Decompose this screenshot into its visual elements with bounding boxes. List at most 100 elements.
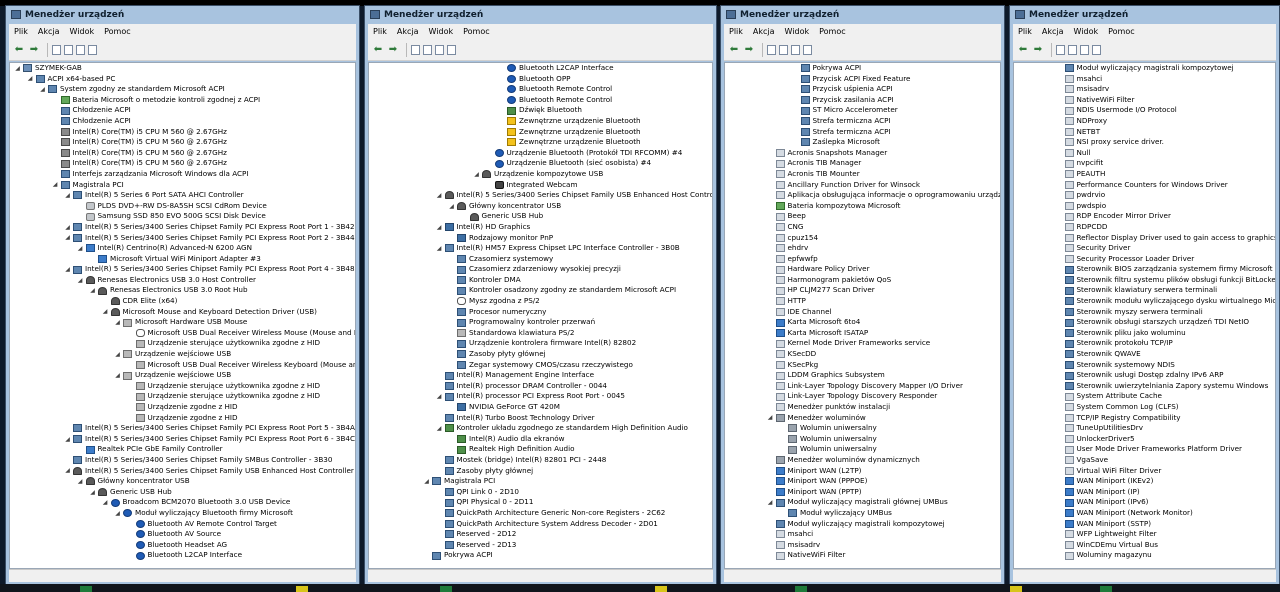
tree-item[interactable]: ◢Mostek (bridge) Intel(R) 82801 PCI - 24… <box>369 455 712 466</box>
menu-widok[interactable]: Widok <box>780 27 815 36</box>
tree-item[interactable]: ◢Bluetooth Remote Control <box>369 95 712 106</box>
tree-item[interactable]: ◢Urządzenie Bluetooth (Protokół TDI RFCO… <box>369 148 712 159</box>
menu-akcja[interactable]: Akcja <box>1037 27 1069 36</box>
tree-item[interactable]: ◢TCP/IP Registry Compatibility <box>1014 413 1275 424</box>
collapse-icon[interactable]: ◢ <box>423 478 430 485</box>
collapse-icon[interactable]: ◢ <box>436 245 443 252</box>
tree-item[interactable]: ◢Kernel Mode Driver Frameworks service <box>725 338 1000 349</box>
collapse-icon[interactable]: ◢ <box>77 277 84 284</box>
tree-item[interactable]: ◢ Intel(R) 5 Series/3400 Series Chipset F… <box>10 233 355 244</box>
tree-item[interactable]: ◢Performance Counters for Windows Driver <box>1014 180 1275 191</box>
collapse-icon[interactable]: ◢ <box>767 414 774 421</box>
forward-arrow-icon[interactable]: ➡ <box>743 44 755 56</box>
tree-item[interactable]: ◢ ACPI x64-based PC <box>10 74 355 85</box>
tree-item[interactable]: ◢Bateria Microsoft o metodzie kontroli z… <box>10 95 355 106</box>
tree-item[interactable]: ◢Intel(R) processor DRAM Controller - 00… <box>369 381 712 392</box>
menu-plik[interactable]: Plik <box>724 27 748 36</box>
tree-item[interactable]: ◢Intel(R) Audio dla ekranów <box>369 434 712 445</box>
tree-item[interactable]: ◢Zegar systemowy CMOS/czasu rzeczywisteg… <box>369 360 712 371</box>
tree-item[interactable]: ◢ Intel(R) 5 Series/3400 Series Chipset F… <box>10 264 355 275</box>
collapse-icon[interactable]: ◢ <box>436 393 443 400</box>
menu-widok[interactable]: Widok <box>65 27 100 36</box>
tree-item[interactable]: ◢ Urządzenie kompozytowe USB <box>369 169 712 180</box>
tree-item[interactable]: ◢pwdrvio <box>1014 190 1275 201</box>
tree-item[interactable]: ◢Intel(R) Core(TM) i5 CPU M 560 @ 2.67GH… <box>10 148 355 159</box>
tree-item[interactable]: ◢Bluetooth L2CAP Interface <box>10 550 355 561</box>
collapse-icon[interactable]: ◢ <box>64 436 71 443</box>
help-icon[interactable] <box>423 44 432 55</box>
tree-item[interactable]: ◢LDDM Graphics Subsystem <box>725 370 1000 381</box>
tree-item[interactable]: ◢nvpcifit <box>1014 158 1275 169</box>
collapse-icon[interactable]: ◢ <box>52 181 59 188</box>
tree-item[interactable]: ◢Zewnętrzne urządzenie Bluetooth <box>369 116 712 127</box>
tree-item[interactable]: ◢ Intel(R) 5 Series 6 Port SATA AHCI Cont… <box>10 190 355 201</box>
tree-item[interactable]: ◢Integrated Webcam <box>369 180 712 191</box>
tree-item[interactable]: ◢Reflector Display Driver used to gain a… <box>1014 233 1275 244</box>
tree-item[interactable]: ◢Intel(R) Core(TM) i5 CPU M 560 @ 2.67GH… <box>10 158 355 169</box>
tree-item[interactable]: ◢ Magistrala PCI <box>369 476 712 487</box>
tree-item[interactable]: ◢WAN Miniport (IP) <box>1014 487 1275 498</box>
tree-item[interactable]: ◢NVIDIA GeForce GT 420M <box>369 402 712 413</box>
menu-widok[interactable]: Widok <box>1069 27 1104 36</box>
tree-item[interactable]: ◢Sterownik systemowy NDIS <box>1014 360 1275 371</box>
taskbar-app-icon[interactable] <box>655 586 667 592</box>
tree-item[interactable]: ◢User Mode Driver Frameworks Platform Dr… <box>1014 444 1275 455</box>
tree-item[interactable]: ◢Sterownik uwierzytelniania Zapory syste… <box>1014 381 1275 392</box>
view-icon[interactable] <box>76 44 85 55</box>
collapse-icon[interactable]: ◢ <box>448 203 455 210</box>
back-arrow-icon[interactable]: ⬅ <box>1017 44 1029 56</box>
view-icon[interactable] <box>791 44 800 55</box>
tree-item[interactable]: ◢QuickPath Architecture System Address D… <box>369 519 712 530</box>
tree-item[interactable]: ◢msahci <box>725 529 1000 540</box>
tree-item[interactable]: ◢NDIS Usermode I/O Protocol <box>1014 105 1275 116</box>
tree-item[interactable]: ◢Beep <box>725 211 1000 222</box>
collapse-icon[interactable]: ◢ <box>77 245 84 252</box>
tree-item[interactable]: ◢cpuz154 <box>725 233 1000 244</box>
tree-item[interactable]: ◢Sterownik obsługi starszych urządzeń TD… <box>1014 317 1275 328</box>
tree-item[interactable]: ◢Czasomierz zdarzeniowy wysokiej precyzj… <box>369 264 712 275</box>
tree-item[interactable]: ◢ Microsoft Hardware USB Mouse <box>10 317 355 328</box>
tree-item[interactable]: ◢ Intel(R) HD Graphics <box>369 222 712 233</box>
scan-icon[interactable] <box>803 44 812 55</box>
tree-item[interactable]: ◢System Common Log (CLFS) <box>1014 402 1275 413</box>
scan-icon[interactable] <box>447 44 456 55</box>
tree-item[interactable]: ◢ Renesas Electronics USB 3.0 Host Contro… <box>10 275 355 286</box>
tree-item[interactable]: ◢Moduł wyliczający magistrali kompozytow… <box>725 519 1000 530</box>
tree-item[interactable]: ◢Miniport WAN (PPTP) <box>725 487 1000 498</box>
menu-akcja[interactable]: Akcja <box>33 27 65 36</box>
tree-item[interactable]: ◢ Intel(R) 5 Series/3400 Series Chipset F… <box>10 222 355 233</box>
collapse-icon[interactable]: ◢ <box>436 425 443 432</box>
tree-item[interactable]: ◢System Attribute Cache <box>1014 391 1275 402</box>
tree-item[interactable]: ◢ Microsoft Mouse and Keyboard Detection … <box>10 307 355 318</box>
tree-item[interactable]: ◢Miniport WAN (PPPOE) <box>725 476 1000 487</box>
collapse-icon[interactable]: ◢ <box>77 478 84 485</box>
tree-item[interactable]: ◢WFP Lightweight Filter <box>1014 529 1275 540</box>
tree-item[interactable]: ◢Bluetooth AV Source <box>10 529 355 540</box>
tree-item[interactable]: ◢Samsung SSD 850 EVO 500G SCSI Disk Devi… <box>10 211 355 222</box>
taskbar-app-icon[interactable] <box>296 586 308 592</box>
tree-item[interactable]: ◢Sterownik klawiatury serwera terminali <box>1014 285 1275 296</box>
back-arrow-icon[interactable]: ⬅ <box>728 44 740 56</box>
forward-arrow-icon[interactable]: ➡ <box>387 44 399 56</box>
collapse-icon[interactable]: ◢ <box>114 351 121 358</box>
tree-item[interactable]: ◢Moduł wyliczający UMBus <box>725 508 1000 519</box>
tree-item[interactable]: ◢ Intel(R) processor PCI Express Root Por… <box>369 391 712 402</box>
tree-item[interactable]: ◢Intel(R) Turbo Boost Technology Driver <box>369 413 712 424</box>
tree-item[interactable]: ◢Bluetooth AV Remote Control Target <box>10 519 355 530</box>
tree-item[interactable]: ◢msisadrv <box>725 540 1000 551</box>
tree-item[interactable]: ◢Menedżer punktów instalacji <box>725 402 1000 413</box>
tree-item[interactable]: ◢Programowalny kontroler przerwań <box>369 317 712 328</box>
tree-item[interactable]: ◢NETBT <box>1014 127 1275 138</box>
tree-item[interactable]: ◢RDP Encoder Mirror Driver <box>1014 211 1275 222</box>
tree-item[interactable]: ◢ Intel(R) 5 Series/3400 Series Chipset F… <box>10 466 355 477</box>
tree-item[interactable]: ◢Intel(R) Management Engine Interface <box>369 370 712 381</box>
taskbar[interactable] <box>0 584 1280 592</box>
tree-item[interactable]: ◢Link-Layer Topology Discovery Mapper I/… <box>725 381 1000 392</box>
tree-item[interactable]: ◢Urządzenie sterujące użytkownika zgodne… <box>10 381 355 392</box>
tree-item[interactable]: ◢KSecPkg <box>725 360 1000 371</box>
help-icon[interactable] <box>779 44 788 55</box>
tree-item[interactable]: ◢NSI proxy service driver. <box>1014 137 1275 148</box>
device-tree[interactable]: ◢Pokrywa ACPI◢Przycisk ACPI Fixed Featur… <box>724 62 1001 569</box>
tree-item[interactable]: ◢Hardware Policy Driver <box>725 264 1000 275</box>
tree-item[interactable]: ◢Dźwięk Bluetooth <box>369 105 712 116</box>
